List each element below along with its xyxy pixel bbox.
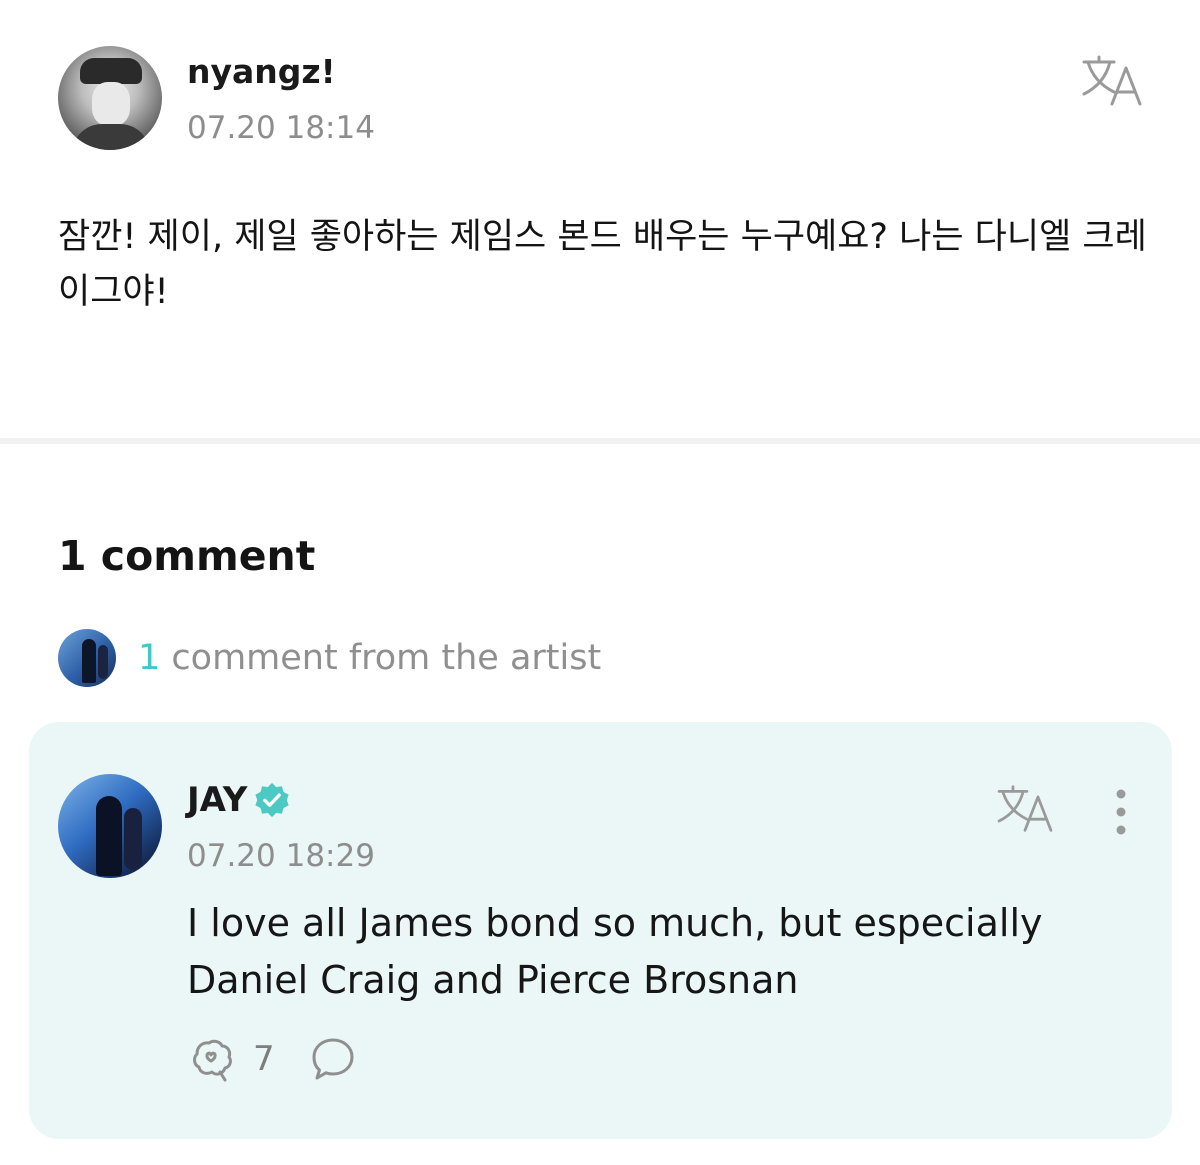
comment-count-heading: 1 comment (58, 532, 316, 580)
translate-icon[interactable] (995, 784, 1055, 834)
reaction-count: 7 (253, 1039, 275, 1079)
post-author-name[interactable]: nyangz! (187, 52, 336, 91)
comment-text: I love all James bond so much, but espec… (187, 901, 1043, 1002)
artist-comments-filter[interactable]: 1 comment from the artist (58, 628, 601, 688)
post-author-avatar[interactable] (58, 46, 162, 150)
artist-comments-label[interactable]: 1 comment from the artist (138, 638, 601, 678)
comment-author-avatar[interactable] (58, 774, 162, 878)
comment-actions: 7 (187, 1034, 357, 1084)
post-text: 잠깐! 제이, 제일 좋아하는 제임스 본드 배우는 누구예요? 나는 다니엘 … (58, 217, 1147, 312)
reaction-icon[interactable] (187, 1034, 237, 1084)
more-vertical-icon[interactable] (1108, 786, 1134, 838)
artist-comment-text: comment from the artist (160, 638, 602, 678)
comment-timestamp: 07.20 18:29 (187, 838, 375, 874)
artist-avatar-small (58, 629, 116, 687)
post-timestamp: 07.20 18:14 (187, 110, 375, 146)
reply-bubble-icon[interactable] (309, 1035, 357, 1083)
translate-icon[interactable] (1080, 54, 1144, 108)
artist-comment-count: 1 (138, 638, 161, 678)
comment-author-name[interactable]: JAY (187, 780, 247, 820)
verified-badge-icon (255, 782, 289, 818)
section-divider (0, 438, 1200, 444)
comment-author-row: JAY (187, 780, 291, 820)
